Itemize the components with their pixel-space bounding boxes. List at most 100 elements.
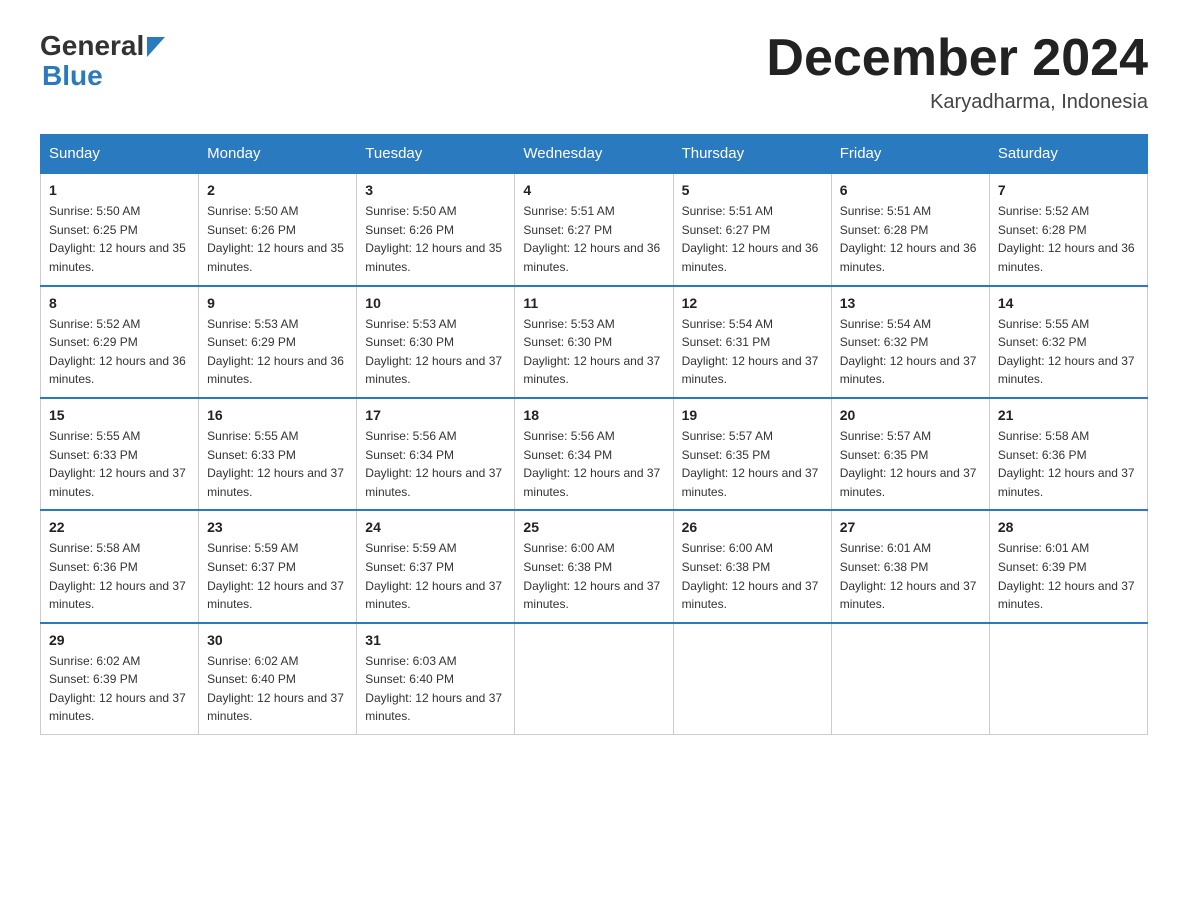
calendar-cell: [515, 623, 673, 735]
calendar-cell: 16 Sunrise: 5:55 AMSunset: 6:33 PMDaylig…: [199, 398, 357, 510]
day-number: 23: [207, 519, 348, 535]
day-number: 12: [682, 295, 823, 311]
calendar-cell: 3 Sunrise: 5:50 AMSunset: 6:26 PMDayligh…: [357, 173, 515, 285]
day-number: 4: [523, 182, 664, 198]
calendar-cell: 15 Sunrise: 5:55 AMSunset: 6:33 PMDaylig…: [41, 398, 199, 510]
day-number: 24: [365, 519, 506, 535]
logo: General Blue: [40, 30, 165, 92]
day-info: Sunrise: 6:02 AMSunset: 6:40 PMDaylight:…: [207, 652, 348, 726]
day-info: Sunrise: 5:59 AMSunset: 6:37 PMDaylight:…: [365, 539, 506, 613]
day-info: Sunrise: 6:01 AMSunset: 6:38 PMDaylight:…: [840, 539, 981, 613]
day-info: Sunrise: 5:58 AMSunset: 6:36 PMDaylight:…: [49, 539, 190, 613]
calendar-cell: 8 Sunrise: 5:52 AMSunset: 6:29 PMDayligh…: [41, 286, 199, 398]
day-info: Sunrise: 5:50 AMSunset: 6:26 PMDaylight:…: [365, 202, 506, 276]
calendar-week-row: 29 Sunrise: 6:02 AMSunset: 6:39 PMDaylig…: [41, 623, 1148, 735]
calendar-cell: 5 Sunrise: 5:51 AMSunset: 6:27 PMDayligh…: [673, 173, 831, 285]
location-subtitle: Karyadharma, Indonesia: [766, 91, 1148, 114]
day-info: Sunrise: 6:00 AMSunset: 6:38 PMDaylight:…: [523, 539, 664, 613]
calendar-week-row: 15 Sunrise: 5:55 AMSunset: 6:33 PMDaylig…: [41, 398, 1148, 510]
logo-blue-text: Blue: [42, 60, 103, 92]
calendar-cell: [673, 623, 831, 735]
calendar-cell: 29 Sunrise: 6:02 AMSunset: 6:39 PMDaylig…: [41, 623, 199, 735]
calendar-cell: [831, 623, 989, 735]
calendar-cell: 27 Sunrise: 6:01 AMSunset: 6:38 PMDaylig…: [831, 510, 989, 622]
calendar-header-monday: Monday: [199, 135, 357, 174]
day-info: Sunrise: 5:59 AMSunset: 6:37 PMDaylight:…: [207, 539, 348, 613]
day-info: Sunrise: 5:57 AMSunset: 6:35 PMDaylight:…: [840, 427, 981, 501]
calendar-cell: 11 Sunrise: 5:53 AMSunset: 6:30 PMDaylig…: [515, 286, 673, 398]
day-number: 28: [998, 519, 1139, 535]
day-number: 20: [840, 407, 981, 423]
calendar-cell: 12 Sunrise: 5:54 AMSunset: 6:31 PMDaylig…: [673, 286, 831, 398]
day-number: 26: [682, 519, 823, 535]
calendar-cell: 30 Sunrise: 6:02 AMSunset: 6:40 PMDaylig…: [199, 623, 357, 735]
calendar-week-row: 22 Sunrise: 5:58 AMSunset: 6:36 PMDaylig…: [41, 510, 1148, 622]
calendar-cell: 7 Sunrise: 5:52 AMSunset: 6:28 PMDayligh…: [989, 173, 1147, 285]
day-info: Sunrise: 5:56 AMSunset: 6:34 PMDaylight:…: [365, 427, 506, 501]
day-number: 18: [523, 407, 664, 423]
day-info: Sunrise: 5:53 AMSunset: 6:30 PMDaylight:…: [365, 315, 506, 389]
day-info: Sunrise: 6:03 AMSunset: 6:40 PMDaylight:…: [365, 652, 506, 726]
calendar-header-saturday: Saturday: [989, 135, 1147, 174]
calendar-cell: 18 Sunrise: 5:56 AMSunset: 6:34 PMDaylig…: [515, 398, 673, 510]
calendar-cell: 19 Sunrise: 5:57 AMSunset: 6:35 PMDaylig…: [673, 398, 831, 510]
logo-general-text: General: [40, 30, 144, 62]
day-number: 22: [49, 519, 190, 535]
day-info: Sunrise: 5:52 AMSunset: 6:29 PMDaylight:…: [49, 315, 190, 389]
day-info: Sunrise: 5:55 AMSunset: 6:32 PMDaylight:…: [998, 315, 1139, 389]
calendar-cell: 9 Sunrise: 5:53 AMSunset: 6:29 PMDayligh…: [199, 286, 357, 398]
day-number: 21: [998, 407, 1139, 423]
calendar-cell: 14 Sunrise: 5:55 AMSunset: 6:32 PMDaylig…: [989, 286, 1147, 398]
day-number: 31: [365, 632, 506, 648]
page-header: General Blue December 2024 Karyadharma, …: [40, 30, 1148, 114]
day-info: Sunrise: 5:53 AMSunset: 6:29 PMDaylight:…: [207, 315, 348, 389]
calendar-cell: 1 Sunrise: 5:50 AMSunset: 6:25 PMDayligh…: [41, 173, 199, 285]
day-info: Sunrise: 5:51 AMSunset: 6:28 PMDaylight:…: [840, 202, 981, 276]
calendar-week-row: 8 Sunrise: 5:52 AMSunset: 6:29 PMDayligh…: [41, 286, 1148, 398]
day-number: 27: [840, 519, 981, 535]
day-info: Sunrise: 5:53 AMSunset: 6:30 PMDaylight:…: [523, 315, 664, 389]
day-number: 2: [207, 182, 348, 198]
day-info: Sunrise: 5:51 AMSunset: 6:27 PMDaylight:…: [682, 202, 823, 276]
month-title: December 2024: [766, 30, 1148, 87]
day-number: 25: [523, 519, 664, 535]
day-info: Sunrise: 5:54 AMSunset: 6:31 PMDaylight:…: [682, 315, 823, 389]
day-info: Sunrise: 6:02 AMSunset: 6:39 PMDaylight:…: [49, 652, 190, 726]
calendar-header-thursday: Thursday: [673, 135, 831, 174]
calendar-cell: 13 Sunrise: 5:54 AMSunset: 6:32 PMDaylig…: [831, 286, 989, 398]
calendar-cell: 4 Sunrise: 5:51 AMSunset: 6:27 PMDayligh…: [515, 173, 673, 285]
day-number: 10: [365, 295, 506, 311]
day-number: 17: [365, 407, 506, 423]
day-number: 15: [49, 407, 190, 423]
calendar-cell: 22 Sunrise: 5:58 AMSunset: 6:36 PMDaylig…: [41, 510, 199, 622]
day-info: Sunrise: 5:56 AMSunset: 6:34 PMDaylight:…: [523, 427, 664, 501]
day-info: Sunrise: 6:01 AMSunset: 6:39 PMDaylight:…: [998, 539, 1139, 613]
calendar-table: SundayMondayTuesdayWednesdayThursdayFrid…: [40, 134, 1148, 735]
day-number: 16: [207, 407, 348, 423]
calendar-cell: 31 Sunrise: 6:03 AMSunset: 6:40 PMDaylig…: [357, 623, 515, 735]
calendar-cell: 21 Sunrise: 5:58 AMSunset: 6:36 PMDaylig…: [989, 398, 1147, 510]
day-number: 6: [840, 182, 981, 198]
title-area: December 2024 Karyadharma, Indonesia: [766, 30, 1148, 114]
calendar-header-wednesday: Wednesday: [515, 135, 673, 174]
day-info: Sunrise: 5:50 AMSunset: 6:25 PMDaylight:…: [49, 202, 190, 276]
day-info: Sunrise: 5:50 AMSunset: 6:26 PMDaylight:…: [207, 202, 348, 276]
day-number: 19: [682, 407, 823, 423]
calendar-header-friday: Friday: [831, 135, 989, 174]
day-info: Sunrise: 5:52 AMSunset: 6:28 PMDaylight:…: [998, 202, 1139, 276]
calendar-cell: 28 Sunrise: 6:01 AMSunset: 6:39 PMDaylig…: [989, 510, 1147, 622]
day-number: 7: [998, 182, 1139, 198]
calendar-cell: 23 Sunrise: 5:59 AMSunset: 6:37 PMDaylig…: [199, 510, 357, 622]
calendar-cell: [989, 623, 1147, 735]
day-number: 3: [365, 182, 506, 198]
calendar-header-row: SundayMondayTuesdayWednesdayThursdayFrid…: [41, 135, 1148, 174]
day-number: 1: [49, 182, 190, 198]
day-info: Sunrise: 5:55 AMSunset: 6:33 PMDaylight:…: [49, 427, 190, 501]
calendar-cell: 2 Sunrise: 5:50 AMSunset: 6:26 PMDayligh…: [199, 173, 357, 285]
calendar-week-row: 1 Sunrise: 5:50 AMSunset: 6:25 PMDayligh…: [41, 173, 1148, 285]
day-number: 29: [49, 632, 190, 648]
day-number: 14: [998, 295, 1139, 311]
logo-triangle-icon: [147, 37, 165, 57]
day-info: Sunrise: 5:58 AMSunset: 6:36 PMDaylight:…: [998, 427, 1139, 501]
calendar-cell: 25 Sunrise: 6:00 AMSunset: 6:38 PMDaylig…: [515, 510, 673, 622]
